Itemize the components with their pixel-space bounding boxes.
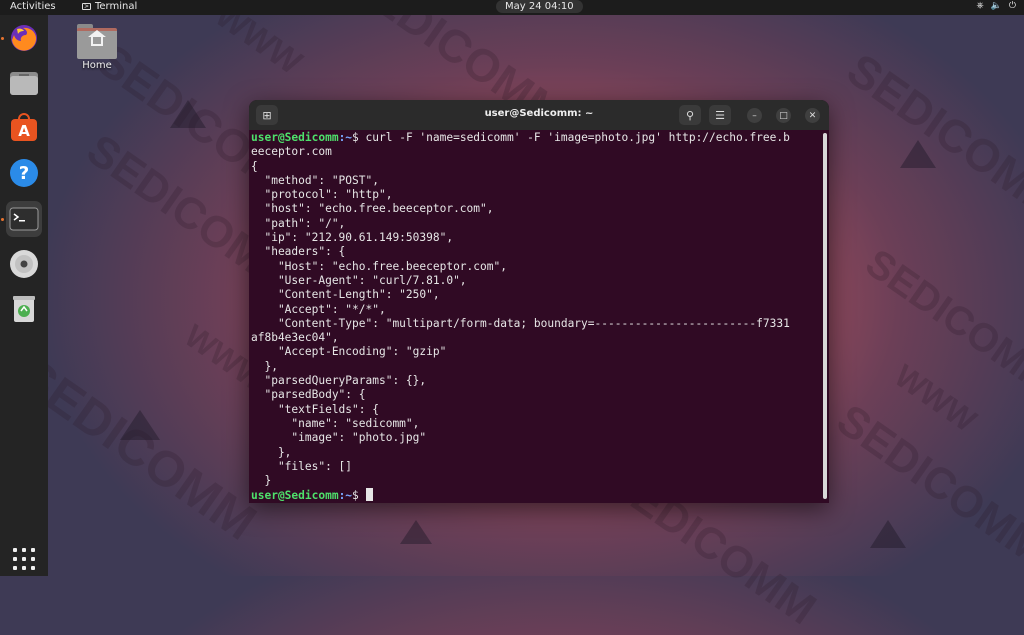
close-button[interactable]: ✕ xyxy=(805,108,820,123)
dock-software[interactable]: A xyxy=(6,110,42,146)
output-line: "Accept-Encoding": "gzip" xyxy=(251,345,447,359)
prompt-user: user@Sedicomm xyxy=(251,131,339,144)
output-block: { "method": "POST", "protocol": "http", … xyxy=(251,160,819,489)
clock[interactable]: May 24 04:10 xyxy=(496,0,583,13)
watermark-text: SEDICOMM xyxy=(857,240,1024,404)
volume-icon: 🔈 xyxy=(990,1,1002,11)
watermark-logo xyxy=(170,100,206,128)
output-line: "User-Agent": "curl/7.81.0", xyxy=(251,273,467,287)
minimize-icon: – xyxy=(752,110,757,121)
maximize-button[interactable]: □ xyxy=(776,108,791,123)
watermark-logo xyxy=(900,140,936,168)
output-line: "parsedQueryParams": {}, xyxy=(251,374,427,388)
app-menu[interactable]: > Terminal xyxy=(82,1,137,12)
output-line: "method": "POST", xyxy=(251,173,379,187)
output-line: af8b4e3ec04", xyxy=(251,331,339,345)
output-line: "name": "sedicomm", xyxy=(251,416,420,430)
svg-text:?: ? xyxy=(19,163,29,184)
output-line: } xyxy=(251,474,272,488)
command-line: user@Sedicomm:~$ curl -F 'name=sedicomm'… xyxy=(251,131,819,145)
top-bar: Activities > Terminal May 24 04:10 ⎈ 🔈 ⏻ xyxy=(0,0,1024,15)
help-icon: ? xyxy=(10,159,38,187)
watermark-logo xyxy=(870,520,906,548)
terminal-app-icon: > xyxy=(82,3,91,10)
search-icon: ⚲ xyxy=(685,108,695,122)
running-indicator xyxy=(1,218,4,221)
terminal-output[interactable]: user@Sedicomm:~$ curl -F 'name=sedicomm'… xyxy=(251,131,819,503)
output-line: "Accept": "*/*", xyxy=(251,302,386,316)
watermark-text: SEDICOMM xyxy=(837,43,1024,231)
active-prompt-line: user@Sedicomm:~$ xyxy=(251,488,819,502)
output-line: "Host": "echo.free.beeceptor.com", xyxy=(251,259,507,273)
apps-grid-icon xyxy=(13,548,35,570)
desktop-home-folder[interactable]: Home xyxy=(72,24,122,71)
activities-button[interactable]: Activities xyxy=(10,1,56,12)
running-indicator xyxy=(1,37,4,40)
output-line: "ip": "212.90.61.149:50398", xyxy=(251,231,454,245)
search-button[interactable]: ⚲ xyxy=(679,105,701,125)
dock-terminal[interactable] xyxy=(6,201,42,237)
disc-icon xyxy=(10,250,38,278)
dock-trash[interactable] xyxy=(6,291,42,327)
dock-help[interactable]: ? xyxy=(6,155,42,191)
output-line: "host": "echo.free.beeceptor.com", xyxy=(251,202,494,216)
minimize-button[interactable]: – xyxy=(747,108,762,123)
network-icon: ⎈ xyxy=(976,1,984,11)
watermark-logo xyxy=(400,520,432,544)
command-wrap-line: eeceptor.com xyxy=(251,145,332,159)
output-line: "image": "photo.jpg" xyxy=(251,431,427,445)
watermark-logo xyxy=(120,410,160,440)
output-line: "Content-Type": "multipart/form-data; bo… xyxy=(251,316,790,330)
output-line: "Content-Length": "250", xyxy=(251,288,440,302)
terminal-headerbar[interactable]: ⊞ user@Sedicomm: ~ ⚲ ☰ – □ ✕ xyxy=(249,100,829,130)
dock-files[interactable] xyxy=(6,65,42,101)
output-line: { xyxy=(251,159,258,173)
dock-disc[interactable] xyxy=(6,246,42,282)
dock-firefox[interactable] xyxy=(6,20,42,56)
watermark-text: SEDICOMM xyxy=(828,395,1024,575)
output-line: }, xyxy=(251,359,278,373)
output-line: "textFields": { xyxy=(251,402,379,416)
output-line: "protocol": "http", xyxy=(251,188,393,202)
prompt-path: :~ xyxy=(338,131,353,144)
maximize-icon: □ xyxy=(779,110,788,121)
power-icon: ⏻ xyxy=(1008,1,1016,11)
trash-icon xyxy=(13,296,35,322)
terminal-window[interactable]: ⊞ user@Sedicomm: ~ ⚲ ☰ – □ ✕ user@Sedico… xyxy=(249,100,829,503)
close-icon: ✕ xyxy=(808,110,817,121)
home-folder-icon xyxy=(77,24,117,59)
menu-button[interactable]: ☰ xyxy=(709,105,731,125)
watermark-text: WWW xyxy=(888,357,984,439)
window-title: user@Sedicomm: ~ xyxy=(484,108,594,119)
home-label: Home xyxy=(82,60,112,71)
dock-show-apps[interactable] xyxy=(6,541,42,577)
output-line: "files": [] xyxy=(251,459,353,473)
output-line: "headers": { xyxy=(251,245,346,259)
hamburger-menu-icon: ☰ xyxy=(715,108,725,122)
prompt-symbol: $ xyxy=(352,489,366,503)
firefox-icon xyxy=(11,25,37,51)
prompt-user: user@Sedicomm xyxy=(251,489,339,503)
output-line: "parsedBody": { xyxy=(251,388,366,402)
terminal-icon xyxy=(9,207,39,231)
prompt-symbol: $ xyxy=(352,131,366,144)
prompt-path: :~ xyxy=(338,489,353,503)
dock: A ? xyxy=(0,15,48,576)
output-line: }, xyxy=(251,445,292,459)
command-text: curl -F 'name=sedicomm' -F 'image=photo.… xyxy=(365,131,790,144)
text-cursor xyxy=(365,488,373,502)
software-icon: A xyxy=(11,113,37,141)
files-icon xyxy=(10,72,38,95)
app-name: Terminal xyxy=(95,1,138,12)
system-tray[interactable]: ⎈ 🔈 ⏻ xyxy=(976,1,1016,11)
scrollbar[interactable] xyxy=(823,133,827,499)
output-line: "path": "/", xyxy=(251,216,346,230)
svg-text:A: A xyxy=(18,122,30,140)
